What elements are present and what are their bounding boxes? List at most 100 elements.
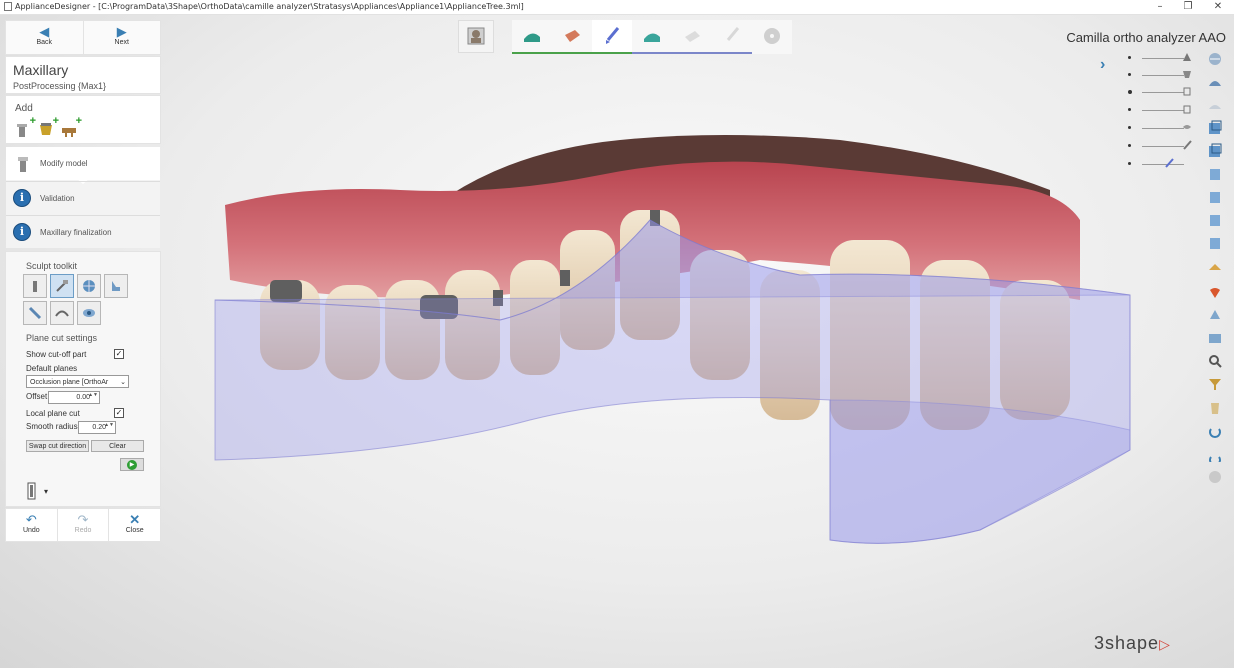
add-bracket-button[interactable]: + (37, 116, 59, 138)
default-planes-label: Default planes (26, 364, 78, 373)
local-plane-cut-label: Local plane cut (26, 409, 80, 418)
workflow-steps: Modify model i Validation i Maxillary fi… (6, 147, 160, 248)
tray-icon (524, 33, 540, 42)
step-validation[interactable]: i Validation (6, 181, 160, 215)
add-attachment-button[interactable]: + (14, 116, 36, 138)
smooth-tool[interactable] (77, 274, 101, 298)
model-block-icon (565, 30, 580, 42)
swap-cut-direction-button[interactable]: Swap cut direction (26, 440, 89, 452)
jaw-icon[interactable] (1207, 330, 1223, 346)
section-view-icon[interactable] (1207, 235, 1223, 251)
local-plane-cut-checkbox[interactable]: ✓ (114, 408, 124, 418)
single-tooth-icon[interactable] (1207, 400, 1223, 416)
left-view-icon[interactable] (1207, 120, 1223, 136)
sculpt-toolkit: Sculpt toolkit Plane cut settings Show c… (6, 252, 160, 506)
rotate-ccw-icon[interactable] (1207, 446, 1223, 462)
sphere-icon[interactable] (1207, 469, 1223, 485)
add-panel: Add + + + (6, 96, 160, 143)
window-titlebar: ApplianceDesigner - [C:\ProgramData\3Sha… (0, 0, 1234, 15)
aligner-icon (644, 33, 660, 42)
patient-photo-button[interactable] (458, 20, 494, 53)
step-sculpt-current[interactable] (592, 20, 632, 54)
close-button[interactable]: ✕ Close (108, 509, 160, 541)
pen-icon (726, 27, 740, 41)
redo-button[interactable]: ↷ Redo (56, 509, 109, 541)
spin-arrows-icon[interactable]: ▲▼ (104, 422, 114, 428)
info-icon: i (13, 189, 31, 207)
offset-input[interactable]: 0.00 ▲▼ (48, 391, 100, 404)
brand-logo: 3shape▷ (1094, 633, 1171, 654)
add-pontic-button[interactable]: + (60, 116, 82, 138)
app-icon (4, 2, 12, 11)
window-title: ApplianceDesigner - [C:\ProgramData\3Sha… (15, 2, 524, 11)
occlusal-view-icon[interactable] (1207, 212, 1223, 228)
step-maxillary-finalization[interactable]: i Maxillary finalization (6, 215, 160, 249)
back-view-icon[interactable] (1207, 97, 1223, 113)
info-icon: i (13, 223, 31, 241)
tooth-icon[interactable] (1207, 307, 1223, 323)
clear-button[interactable]: Clear (91, 440, 144, 452)
remove-tool[interactable] (23, 301, 47, 325)
visibility-slider-3[interactable] (1128, 86, 1198, 98)
3d-viewport[interactable] (200, 130, 1140, 550)
visibility-slider-4[interactable] (1128, 104, 1198, 116)
expand-panel-icon[interactable]: › (1100, 56, 1105, 74)
default-plane-select[interactable]: Occlusion plane [OrthoAr ⌄ (26, 375, 129, 388)
close-window-button[interactable]: ✕ (1208, 0, 1228, 14)
smooth-radius-input[interactable]: 0.20 ▲▼ (78, 421, 116, 434)
disc-icon (764, 28, 780, 44)
tool-size-icon[interactable] (27, 482, 37, 500)
visibility-slider-1[interactable] (1128, 52, 1198, 64)
step-polish[interactable] (712, 20, 752, 54)
show-cutoff-checkbox[interactable]: ✓ (114, 349, 124, 359)
magnifier-icon[interactable] (1207, 353, 1223, 369)
step-tray[interactable] (512, 20, 552, 54)
wire-visibility-icon (1183, 125, 1191, 129)
play-icon: ▶ (127, 460, 137, 470)
model-title: Maxillary (13, 62, 69, 78)
tooth-tool-icon (112, 281, 120, 291)
bridge-icon (55, 310, 69, 317)
step-finish[interactable] (672, 20, 712, 54)
step-aligner[interactable] (632, 20, 672, 54)
eye-tool[interactable] (77, 301, 101, 325)
plus-icon: + (75, 115, 82, 127)
back-button[interactable]: ◀ Back (6, 21, 83, 54)
next-arrow-icon: ▶ (116, 24, 127, 39)
visibility-slider-2[interactable] (1128, 69, 1198, 81)
bottom-view-icon[interactable] (1207, 189, 1223, 205)
gum-icon[interactable] (1207, 284, 1223, 300)
spin-arrows-icon[interactable]: ▲▼ (88, 392, 98, 398)
right-view-icon[interactable] (1207, 143, 1223, 159)
minimize-button[interactable]: – (1150, 0, 1170, 14)
scalpel-icon (28, 306, 42, 320)
add-label: Add (15, 103, 33, 114)
rotate-view-icon[interactable] (1207, 51, 1223, 67)
next-label: Next (114, 39, 129, 46)
rotate-cw-icon[interactable] (1207, 424, 1223, 440)
attachment-visibility-icon (1183, 105, 1191, 114)
plus-icon: + (29, 115, 36, 127)
chevron-down-icon[interactable]: ▾ (44, 487, 48, 496)
bridge-tool[interactable] (50, 301, 74, 325)
step-modify-model[interactable]: Modify model (6, 147, 160, 184)
morph-tool[interactable] (104, 274, 128, 298)
top-view-icon[interactable] (1207, 166, 1223, 182)
step-model[interactable] (552, 20, 592, 54)
maximize-button[interactable]: ❐ (1178, 0, 1198, 14)
step-export[interactable] (752, 20, 792, 54)
undo-label: Undo (22, 527, 40, 534)
funnel-icon[interactable] (1207, 376, 1223, 392)
front-view-icon[interactable] (1207, 74, 1223, 90)
apply-cut-button[interactable]: ▶ (120, 458, 144, 471)
next-button[interactable]: ▶ Next (82, 21, 161, 54)
undo-button[interactable]: ↶ Undo (6, 509, 57, 541)
smooth-radius-label: Smooth radius (26, 422, 78, 431)
plane-cut-tool[interactable] (50, 274, 74, 298)
layers-icon[interactable] (1207, 259, 1223, 275)
tool-visibility-icon (1183, 140, 1192, 150)
plane-cut-icon (56, 280, 68, 292)
step-todo-underline (632, 52, 672, 54)
add-wax-tool[interactable] (23, 274, 47, 298)
model-visibility-icon (1183, 53, 1191, 61)
